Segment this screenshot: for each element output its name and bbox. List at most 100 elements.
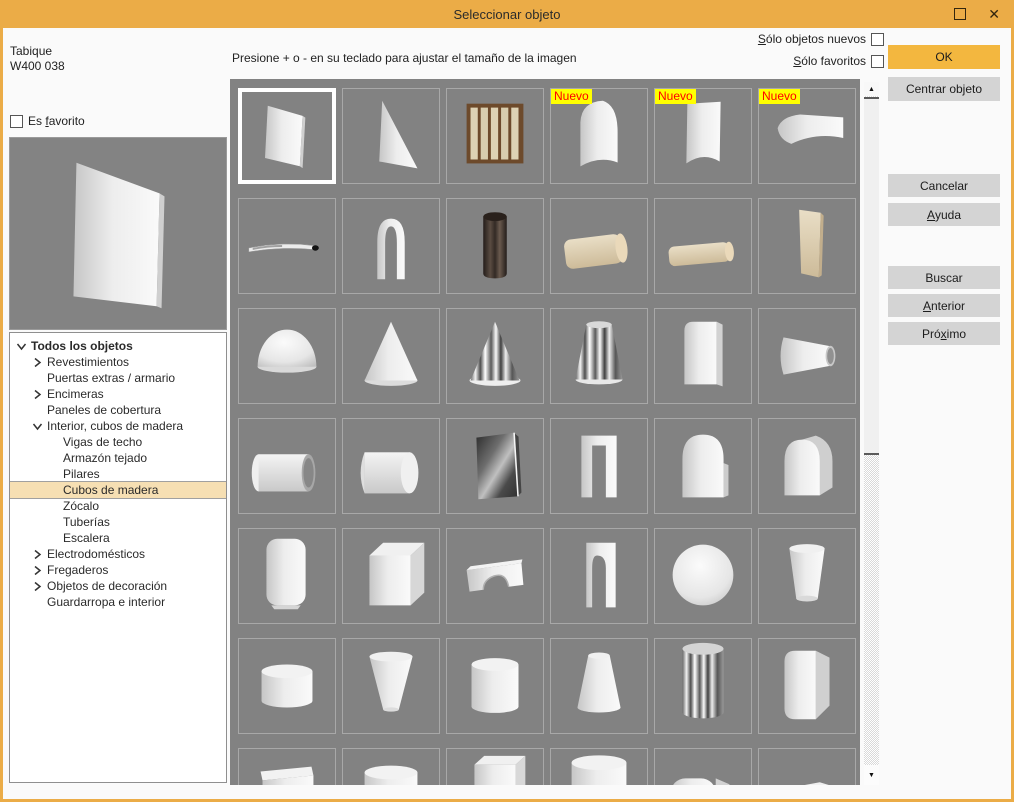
object-thumb-sheet-curved-vertical[interactable]: Nuevo — [654, 88, 752, 184]
object-thumb-cone-chrome[interactable] — [446, 308, 544, 404]
object-thumb-panel[interactable] — [238, 88, 336, 184]
object-thumb-bridge-arch[interactable] — [446, 528, 544, 624]
search-button[interactable]: Buscar — [888, 266, 1000, 289]
is-favorite-label: Es favorito — [28, 114, 85, 128]
ok-button[interactable]: OK — [888, 45, 1000, 69]
filter-favorites-checkbox[interactable]: Sólo favoritos — [793, 54, 884, 68]
object-thumb-wood-screen[interactable] — [446, 88, 544, 184]
previous-button[interactable]: Anterior — [888, 294, 1000, 317]
object-thumb-plank[interactable] — [758, 198, 856, 294]
object-thumb-cylinder-wide[interactable] — [342, 748, 440, 785]
object-thumb-cylinder-chrome[interactable] — [654, 638, 752, 734]
tree-item-paneles-de-cobertura[interactable]: Paneles de cobertura — [10, 402, 226, 418]
object-thumb-branch[interactable] — [238, 198, 336, 294]
scroll-down-icon[interactable]: ▼ — [864, 765, 879, 785]
tree-item-label: Encimeras — [47, 387, 104, 401]
object-thumb-cube-chrome[interactable] — [446, 418, 544, 514]
tree-indent-spacer — [48, 500, 63, 512]
object-thumb-cone-inverted[interactable] — [342, 638, 440, 734]
tree-item-label: Cubos de madera — [63, 483, 158, 497]
object-thumb-frustum-chrome[interactable] — [550, 308, 648, 404]
scrollbar-thumb[interactable] — [864, 97, 879, 455]
tree-item-guardarropa-e-interior[interactable]: Guardarropa e interior — [10, 594, 226, 610]
object-thumb-block-tall[interactable] — [446, 748, 544, 785]
block-tall-icon — [447, 749, 543, 785]
checkbox-box-icon[interactable] — [10, 115, 23, 128]
tree-item-pilares[interactable]: Pilares — [10, 466, 226, 482]
cube-icon — [343, 529, 439, 623]
object-grid: NuevoNuevoNuevo — [230, 79, 860, 785]
tree-item-electrodomésticos[interactable]: Electrodomésticos — [10, 546, 226, 562]
filter-new-objects-checkbox[interactable]: Sólo objetos nuevos — [758, 32, 884, 46]
chevron-right-icon[interactable] — [32, 548, 47, 560]
object-thumb-block-rounded-top[interactable] — [654, 308, 752, 404]
cone-icon — [343, 309, 439, 403]
tree-item-todos-los-objetos[interactable]: Todos los objetos — [10, 338, 226, 354]
help-button[interactable]: Ayuda — [888, 203, 1000, 226]
object-thumb-cylinder-squat[interactable] — [238, 638, 336, 734]
object-thumb-funnel-horizontal[interactable] — [758, 308, 856, 404]
tree-item-interior-cubos-de-madera[interactable]: Interior, cubos de madera — [10, 418, 226, 434]
tree-item-fregaderos[interactable]: Fregaderos — [10, 562, 226, 578]
close-icon[interactable]: ✕ — [988, 5, 1000, 23]
object-thumb-sheet-curved-horizontal[interactable]: Nuevo — [758, 88, 856, 184]
tree-item-escalera[interactable]: Escalera — [10, 530, 226, 546]
object-thumb-dome[interactable] — [238, 308, 336, 404]
tree-item-zócalo[interactable]: Zócalo — [10, 498, 226, 514]
object-thumb-block-rounded-3d[interactable] — [758, 638, 856, 734]
object-thumb-bar-rounded[interactable] — [654, 748, 752, 785]
tree-item-encimeras[interactable]: Encimeras — [10, 386, 226, 402]
chevron-right-icon[interactable] — [32, 580, 47, 592]
object-thumb-slab-rounded[interactable] — [238, 528, 336, 624]
checkbox-box-icon[interactable] — [871, 33, 884, 46]
chevron-right-icon[interactable] — [32, 356, 47, 368]
tree-item-label: Zócalo — [63, 499, 99, 513]
object-thumb-arch-u[interactable] — [342, 198, 440, 294]
object-thumb-slab-flat[interactable] — [758, 748, 856, 785]
object-thumb-cone-truncated[interactable] — [550, 638, 648, 734]
chevron-down-icon[interactable] — [16, 340, 31, 352]
object-thumb-cylinder-large[interactable] — [550, 748, 648, 785]
object-thumb-cube[interactable] — [342, 528, 440, 624]
object-thumb-arch-block-3d[interactable] — [758, 418, 856, 514]
tree-indent-spacer — [48, 452, 63, 464]
tree-item-label: Armazón tejado — [63, 451, 147, 465]
object-thumb-log-horizontal-thin[interactable] — [654, 198, 752, 294]
object-thumb-arch-doorway[interactable] — [550, 528, 648, 624]
chevron-right-icon[interactable] — [32, 388, 47, 400]
object-thumb-sphere[interactable] — [654, 528, 752, 624]
tree-item-tuberías[interactable]: Tuberías — [10, 514, 226, 530]
cancel-button[interactable]: Cancelar — [888, 174, 1000, 197]
checkbox-box-icon[interactable] — [871, 55, 884, 68]
object-thumb-cup-tapered[interactable] — [758, 528, 856, 624]
object-thumb-cylinder-horizontal[interactable] — [342, 418, 440, 514]
tree-item-revestimientos[interactable]: Revestimientos — [10, 354, 226, 370]
cylinder-large-icon — [551, 749, 647, 785]
tree-indent-spacer — [48, 532, 63, 544]
is-favorite-checkbox[interactable]: Es favorito — [10, 114, 85, 128]
object-thumb-tube-open[interactable] — [238, 418, 336, 514]
scroll-up-icon[interactable]: ▲ — [864, 82, 879, 96]
object-thumb-panel-triangle[interactable] — [342, 88, 440, 184]
tree-item-vigas-de-techo[interactable]: Vigas de techo — [10, 434, 226, 450]
object-thumb-box-low[interactable] — [238, 748, 336, 785]
tree-item-cubos-de-madera[interactable]: Cubos de madera — [10, 482, 226, 498]
cylinder-horizontal-icon — [343, 419, 439, 513]
object-thumb-log-bark[interactable] — [446, 198, 544, 294]
object-thumb-log-horizontal[interactable] — [550, 198, 648, 294]
object-thumb-cone[interactable] — [342, 308, 440, 404]
chevron-right-icon[interactable] — [32, 564, 47, 576]
grid-scrollbar[interactable]: ▲ ▼ — [864, 82, 879, 785]
tree-item-armazón-tejado[interactable]: Armazón tejado — [10, 450, 226, 466]
maximize-icon[interactable] — [954, 8, 966, 20]
object-thumb-cylinder[interactable] — [446, 638, 544, 734]
tree-item-label: Tuberías — [63, 515, 110, 529]
center-object-button[interactable]: Centrar objeto — [888, 77, 1000, 101]
object-thumb-arch-block[interactable] — [654, 418, 752, 514]
tree-item-objetos-de-decoración[interactable]: Objetos de decoración — [10, 578, 226, 594]
object-thumb-panel-arched[interactable]: Nuevo — [550, 88, 648, 184]
tree-item-puertas-extras-armario[interactable]: Puertas extras / armario — [10, 370, 226, 386]
chevron-down-icon[interactable] — [32, 420, 47, 432]
object-thumb-door-frame[interactable] — [550, 418, 648, 514]
next-button[interactable]: Próximo — [888, 322, 1000, 345]
